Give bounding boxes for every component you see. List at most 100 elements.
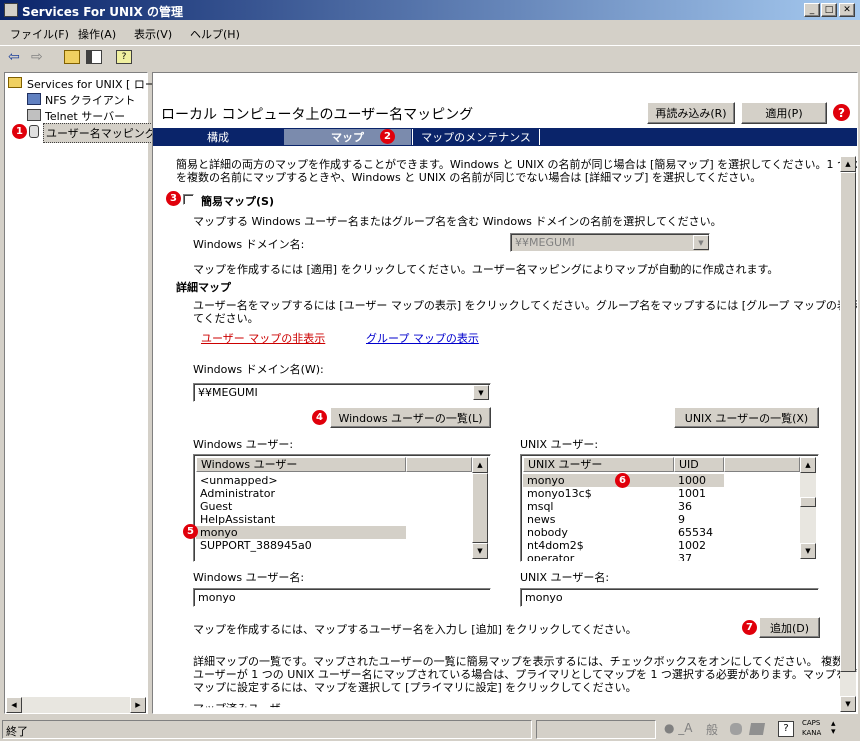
scroll-down-arrow[interactable]: ▼: [472, 543, 488, 559]
bottom-desc-3: マップに設定するには、マップを選択して [プライマリに設定] をクリックしてくだ…: [193, 681, 637, 694]
ime-help-icon[interactable]: ?: [778, 721, 794, 737]
content-vscrollbar[interactable]: ▲ ▼: [840, 156, 856, 712]
list-item-selected[interactable]: monyo: [196, 526, 406, 539]
unix-users-label: UNIX ユーザー:: [520, 438, 599, 451]
mapped-users-label: マップ済みユーザー: [193, 702, 292, 714]
unix-user-uid: 37: [678, 552, 692, 562]
tab-map-maintenance[interactable]: マップのメンテナンス: [412, 129, 540, 145]
scroll-down-arrow[interactable]: ▼: [800, 543, 816, 559]
add-button[interactable]: 追加(D): [759, 617, 820, 638]
ime-pad-icon[interactable]: [748, 723, 766, 735]
unix-user-name: operator: [527, 552, 575, 562]
menu-action[interactable]: 操作(A): [78, 26, 116, 42]
tree-hscrollbar[interactable]: ◀ ▶: [6, 697, 146, 713]
simple-map-label[interactable]: 簡易マップ(S): [201, 193, 274, 209]
unix-users-column-spacer: [724, 457, 800, 472]
apply-button[interactable]: 適用(P): [741, 102, 827, 124]
windows-username-label: Windows ユーザー名:: [193, 571, 305, 584]
hide-user-map-link[interactable]: ユーザー マップの非表示: [201, 330, 325, 346]
unix-users-column-header-uid[interactable]: UID: [674, 457, 724, 472]
scroll-left-arrow[interactable]: ◀: [6, 697, 22, 713]
list-item[interactable]: news 9: [523, 513, 783, 526]
list-item[interactable]: <unmapped>: [196, 474, 278, 487]
minimize-button[interactable]: _: [804, 3, 820, 17]
windows-users-scrollbar[interactable]: ▲ ▼: [472, 457, 488, 559]
tree-root[interactable]: Services for UNIX [ ロー: [27, 76, 156, 92]
list-item[interactable]: msql 36: [523, 500, 783, 513]
unix-users-list[interactable]: UNIX ユーザー UID monyo 1000 monyo13c$ 1001 …: [520, 454, 819, 562]
menu-help[interactable]: ヘルプ(H): [190, 26, 240, 42]
show-tree-icon[interactable]: [86, 50, 102, 64]
tree-item-user-mapping[interactable]: ユーザー名マッピング: [43, 123, 159, 143]
list-item[interactable]: Guest: [196, 500, 232, 513]
scroll-thumb[interactable]: [472, 473, 488, 543]
windows-users-list[interactable]: Windows ユーザー <unmapped> Administrator Gu…: [193, 454, 491, 562]
unix-user-uid: 1001: [678, 487, 706, 500]
unix-user-uid: 65534: [678, 526, 713, 539]
title-bar: Services For UNIX の管理 _ □ ✕: [0, 0, 860, 20]
ime-icon[interactable]: ● _A: [664, 721, 693, 735]
windows-users-column-header[interactable]: Windows ユーザー: [196, 457, 406, 472]
badge-6: 6: [615, 473, 630, 488]
badge-5: 5: [183, 524, 198, 539]
ime-mode[interactable]: 般: [706, 721, 718, 738]
status-bar: 終了 ● _A 般 ? CAPS KANA ▴ ▾: [0, 718, 860, 741]
show-group-map-link[interactable]: グループ マップの表示: [366, 330, 479, 346]
windows-user-list-button[interactable]: Windows ユーザーの一覧(L): [330, 407, 491, 428]
help-topics-icon[interactable]: ?: [116, 50, 132, 64]
windows-username-input[interactable]: monyo: [193, 588, 491, 607]
back-arrow-icon[interactable]: ⇦: [8, 49, 20, 65]
reload-button[interactable]: 再読み込み(R): [647, 102, 735, 124]
tree-item-nfs-client[interactable]: NFS クライアント: [45, 92, 135, 108]
detail-domain-value: ¥¥MEGUMI: [198, 386, 258, 399]
tab-configuration[interactable]: 構成: [153, 129, 283, 145]
unix-user-name: nobody: [527, 526, 568, 539]
detail-domain-label: Windows ドメイン名(W):: [193, 363, 324, 376]
ime-options-icon[interactable]: ▴ ▾: [831, 720, 836, 737]
unix-users-scrollbar[interactable]: ▲ ▼: [800, 457, 816, 559]
menu-file[interactable]: ファイル(F): [10, 26, 69, 42]
simple-map-checkbox[interactable]: [183, 194, 194, 205]
menu-bar: ファイル(F) 操作(A) 表示(V) ヘルプ(H): [0, 22, 860, 42]
list-item[interactable]: HelpAssistant: [196, 513, 275, 526]
database-icon: [29, 125, 39, 138]
help-icon[interactable]: ?: [833, 104, 850, 121]
ime-tool-icon[interactable]: [730, 723, 742, 735]
list-item[interactable]: SUPPORT_388945a0: [196, 539, 312, 552]
list-item[interactable]: nt4dom2$ 1002: [523, 539, 783, 552]
scroll-up-arrow[interactable]: ▲: [800, 457, 816, 473]
close-button[interactable]: ✕: [839, 3, 855, 17]
toolbar: ⇦ ⇨ ?: [0, 45, 860, 69]
badge-1: 1: [12, 124, 27, 139]
windows-users-column-spacer: [406, 457, 472, 472]
detail-domain-dropdown-icon[interactable]: ▼: [473, 385, 489, 400]
list-item[interactable]: monyo13c$ 1001: [523, 487, 783, 500]
detail-domain-select[interactable]: ¥¥MEGUMI: [193, 383, 491, 402]
list-item[interactable]: operator 37: [523, 552, 783, 562]
telnet-server-icon: [27, 109, 41, 121]
list-item[interactable]: Administrator: [196, 487, 275, 500]
list-item[interactable]: nobody 65534: [523, 526, 783, 539]
menu-view[interactable]: 表示(V): [134, 26, 172, 42]
unix-user-uid: 9: [678, 513, 685, 526]
maximize-button[interactable]: □: [821, 3, 837, 17]
scroll-up-arrow[interactable]: ▲: [472, 457, 488, 473]
map-content: 簡易と詳細の両方のマップを作成することができます。Windows と UNIX …: [153, 149, 857, 714]
status-text: 終了: [6, 725, 28, 738]
unix-user-list-button[interactable]: UNIX ユーザーの一覧(X): [674, 407, 819, 428]
scroll-thumb[interactable]: [840, 172, 856, 672]
up-folder-icon[interactable]: [64, 50, 80, 64]
scroll-down-arrow[interactable]: ▼: [840, 696, 856, 712]
scroll-right-arrow[interactable]: ▶: [130, 697, 146, 713]
scroll-up-arrow[interactable]: ▲: [840, 156, 856, 172]
badge-7: 7: [742, 620, 757, 635]
scroll-thumb[interactable]: [800, 497, 816, 507]
detail-desc-1: ユーザー名をマップするには [ユーザー マップの表示] をクリックしてください。…: [193, 299, 858, 312]
unix-username-label: UNIX ユーザー名:: [520, 571, 610, 584]
forward-arrow-icon[interactable]: ⇨: [31, 49, 43, 65]
tree-item-telnet-server[interactable]: Telnet サーバー: [45, 108, 125, 124]
unix-username-input[interactable]: monyo: [520, 588, 819, 607]
windows-users-label: Windows ユーザー:: [193, 438, 294, 451]
badge-3: 3: [166, 191, 181, 206]
unix-users-column-header-name[interactable]: UNIX ユーザー: [523, 457, 674, 472]
